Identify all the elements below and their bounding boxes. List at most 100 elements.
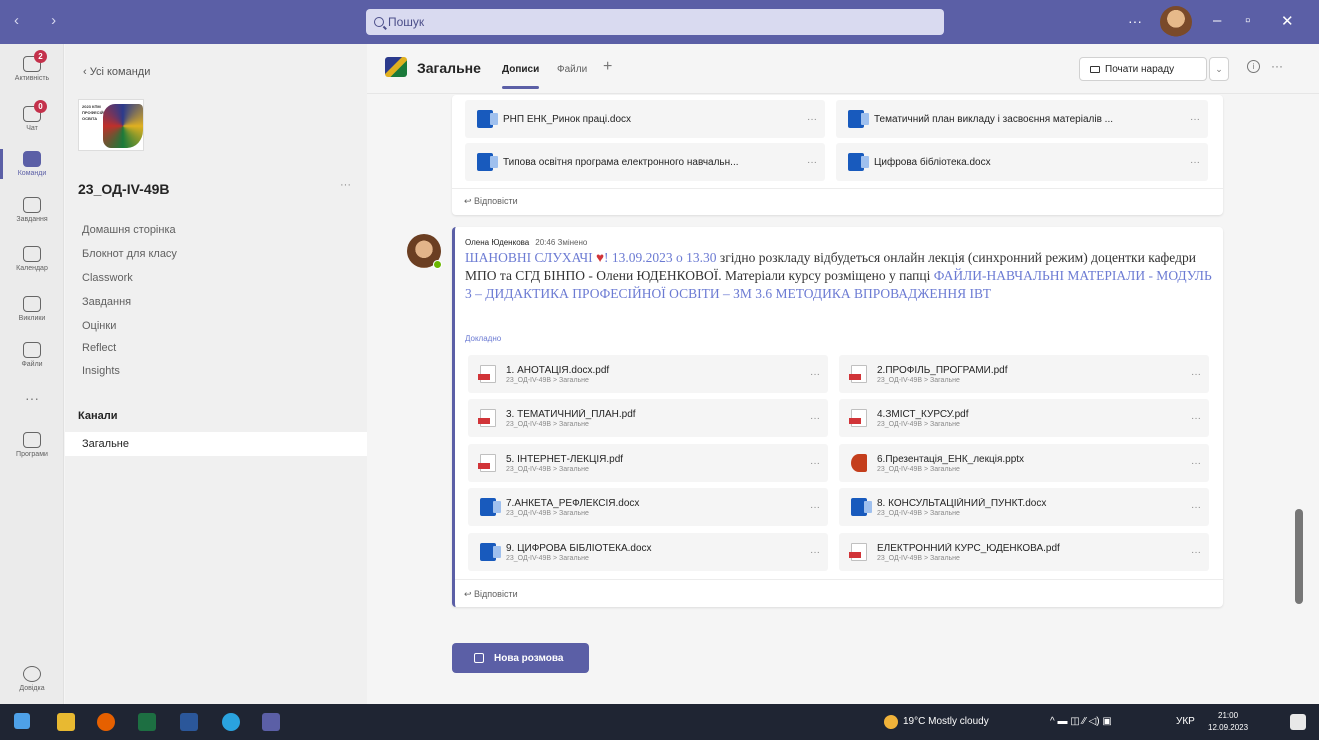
nav-classwork[interactable]: Classwork bbox=[82, 272, 133, 284]
excel-icon[interactable] bbox=[138, 713, 156, 731]
title-bar: ‹ › Пошук ··· – ▫ ✕ bbox=[0, 0, 1319, 44]
file-location: 23_ОД-IV-49В > Загальне bbox=[506, 465, 589, 473]
file-attachment[interactable]: 3. ТЕМАТИЧНИЙ_ПЛАН.pdf 23_ОД-IV-49В > Заг… bbox=[468, 399, 828, 437]
word-file-icon bbox=[851, 498, 872, 516]
profile-avatar[interactable] bbox=[1160, 6, 1192, 38]
teams-taskbar-icon[interactable] bbox=[262, 713, 280, 731]
weather-text[interactable]: 19°C Mostly cloudy bbox=[903, 716, 989, 727]
nav-class-notebook[interactable]: Блокнот для класу bbox=[82, 248, 177, 260]
file-more-button[interactable]: ··· bbox=[799, 157, 825, 168]
file-attachment[interactable]: 8. КОНСУЛЬТАЦІЙНИЙ_ПУНКТ.docx 23_ОД-IV-49… bbox=[839, 488, 1209, 526]
file-location: 23_ОД-IV-49В > Загальне bbox=[506, 376, 589, 384]
firefox-icon[interactable] bbox=[97, 713, 115, 731]
reply-button[interactable]: ↩ Відповісти bbox=[464, 196, 518, 207]
rail-label: Команди bbox=[17, 170, 47, 177]
file-name: 9. ЦИФРОВА БІБЛІОТЕКА.docx bbox=[506, 542, 652, 554]
rail-calendar[interactable]: Календар bbox=[0, 236, 64, 282]
close-button[interactable]: ✕ bbox=[1281, 12, 1294, 30]
info-icon[interactable]: i bbox=[1247, 60, 1260, 73]
file-more-button[interactable]: ··· bbox=[802, 369, 828, 380]
word-file-icon bbox=[477, 153, 498, 171]
file-attachment[interactable]: ЕЛЕКТРОННИЙ КУРС_ЮДЕНКОВА.pdf 23_ОД-IV-49… bbox=[839, 533, 1209, 571]
rail-chat[interactable]: 0 Чат bbox=[0, 96, 64, 142]
add-tab-button[interactable]: + bbox=[603, 58, 612, 76]
maximize-button[interactable]: ▫ bbox=[1245, 12, 1250, 29]
file-name: Типова освітня програма електронного нав… bbox=[503, 156, 739, 168]
telegram-icon[interactable] bbox=[222, 713, 240, 731]
file-more-button[interactable]: ··· bbox=[799, 114, 825, 125]
word-icon[interactable] bbox=[180, 713, 198, 731]
file-more-button[interactable]: ··· bbox=[1183, 458, 1209, 469]
file-name: Цифрова бібліотека.docx bbox=[874, 156, 991, 168]
file-attachment[interactable]: Цифрова бібліотека.docx ··· bbox=[836, 143, 1208, 181]
date-text: ! 13.09.2023 о 13.30 bbox=[603, 250, 717, 265]
rail-teams[interactable]: Команди bbox=[0, 141, 64, 187]
back-forward-arrows[interactable]: ‹ › bbox=[14, 12, 70, 29]
previous-post-card: РНП ЕНК_Ринок праці.docx ··· Тематичний … bbox=[452, 95, 1223, 215]
file-more-button[interactable]: ··· bbox=[802, 502, 828, 513]
file-attachment[interactable]: Типова освітня програма електронного нав… bbox=[465, 143, 825, 181]
header-more-button[interactable]: ··· bbox=[1271, 59, 1283, 73]
team-more-button[interactable]: ··· bbox=[340, 179, 351, 191]
tab-posts[interactable]: Дописи bbox=[502, 64, 540, 89]
file-more-button[interactable]: ··· bbox=[1182, 157, 1208, 168]
search-input[interactable]: Пошук bbox=[366, 9, 944, 35]
start-meeting-button[interactable]: Почати нараду bbox=[1079, 57, 1207, 81]
author-avatar[interactable] bbox=[407, 234, 442, 269]
apps-icon bbox=[23, 432, 41, 448]
word-file-icon bbox=[848, 110, 869, 128]
nav-assignments[interactable]: Завдання bbox=[82, 296, 131, 308]
file-more-button[interactable]: ··· bbox=[1183, 502, 1209, 513]
file-attachment[interactable]: РНП ЕНК_Ринок праці.docx ··· bbox=[465, 100, 825, 138]
rail-calls[interactable]: Виклики bbox=[0, 286, 64, 332]
file-explorer-icon[interactable] bbox=[57, 713, 75, 731]
file-name: РНП ЕНК_Ринок праці.docx bbox=[503, 113, 632, 125]
scrollbar-thumb[interactable] bbox=[1295, 509, 1303, 604]
word-file-icon bbox=[477, 110, 498, 128]
file-attachment[interactable]: Тематичний план викладу і засвоєння мате… bbox=[836, 100, 1208, 138]
channel-general[interactable]: Загальне bbox=[65, 432, 367, 456]
file-more-button[interactable]: ··· bbox=[802, 458, 828, 469]
author-name[interactable]: Олена Юденкова bbox=[465, 238, 529, 247]
nav-reflect[interactable]: Reflect bbox=[82, 342, 116, 354]
file-attachment[interactable]: 6.Презентація_ЕНК_лекція.pptx 23_ОД-IV-49… bbox=[839, 444, 1209, 482]
file-more-button[interactable]: ··· bbox=[802, 547, 828, 558]
file-attachment[interactable]: 1. АНОТАЦІЯ.docx.pdf 23_ОД-IV-49В > Загал… bbox=[468, 355, 828, 393]
file-more-button[interactable]: ··· bbox=[1183, 547, 1209, 558]
rail-apps[interactable]: Програми bbox=[0, 422, 64, 468]
notifications-icon[interactable] bbox=[1290, 714, 1306, 730]
new-conversation-button[interactable]: Нова розмова bbox=[452, 643, 589, 673]
file-attachment[interactable]: 4.ЗМІСТ_КУРСУ.pdf 23_ОД-IV-49В > Загальне… bbox=[839, 399, 1209, 437]
clock[interactable]: 21:00 12.09.2023 bbox=[1208, 710, 1248, 734]
rail-activity[interactable]: 2 Активність bbox=[0, 46, 64, 92]
rail-help[interactable]: Довідка bbox=[0, 656, 64, 702]
nav-home[interactable]: Домашня сторінка bbox=[82, 224, 176, 236]
teams-icon bbox=[23, 151, 41, 167]
nav-grades[interactable]: Оцінки bbox=[82, 320, 116, 332]
tab-files[interactable]: Файли bbox=[557, 64, 587, 75]
nav-insights[interactable]: Insights bbox=[82, 365, 120, 377]
file-attachment[interactable]: 2.ПРОФІЛЬ_ПРОГРАМИ.pdf 23_ОД-IV-49В > Заг… bbox=[839, 355, 1209, 393]
all-teams-link[interactable]: ‹ Усі команди bbox=[83, 66, 150, 78]
rail-files[interactable]: Файли bbox=[0, 332, 64, 378]
reply-button[interactable]: ↩ Відповісти bbox=[464, 589, 518, 600]
meeting-dropdown-button[interactable]: ⌄ bbox=[1209, 57, 1229, 81]
windows-start-icon[interactable] bbox=[14, 713, 30, 729]
file-more-button[interactable]: ··· bbox=[1182, 114, 1208, 125]
file-attachment[interactable]: 7.АНКЕТА_РЕФЛЕКСІЯ.docx 23_ОД-IV-49В > За… bbox=[468, 488, 828, 526]
file-more-button[interactable]: ··· bbox=[802, 413, 828, 424]
file-attachment[interactable]: 9. ЦИФРОВА БІБЛІОТЕКА.docx 23_ОД-IV-49В >… bbox=[468, 533, 828, 571]
see-more-link[interactable]: Докладно bbox=[465, 334, 501, 343]
minimize-button[interactable]: – bbox=[1213, 12, 1221, 29]
rail-assignments[interactable]: Завдання bbox=[0, 187, 64, 233]
system-tray-icons[interactable]: ^ ▬ ◫ ⁄⁄ ◁) ▣ bbox=[1050, 716, 1112, 727]
assignments-icon bbox=[23, 197, 41, 213]
file-location: 23_ОД-IV-49В > Загальне bbox=[877, 554, 960, 562]
file-more-button[interactable]: ··· bbox=[1183, 369, 1209, 380]
file-more-button[interactable]: ··· bbox=[1183, 413, 1209, 424]
file-attachment[interactable]: 5. ІНТЕРНЕТ-ЛЕКЦІЯ.pdf 23_ОД-IV-49В > Заг… bbox=[468, 444, 828, 482]
more-options-button[interactable]: ··· bbox=[1128, 13, 1142, 29]
rail-more-button[interactable]: ··· bbox=[0, 390, 64, 406]
activity-badge: 2 bbox=[34, 50, 47, 63]
language-indicator[interactable]: УКР bbox=[1176, 716, 1195, 727]
